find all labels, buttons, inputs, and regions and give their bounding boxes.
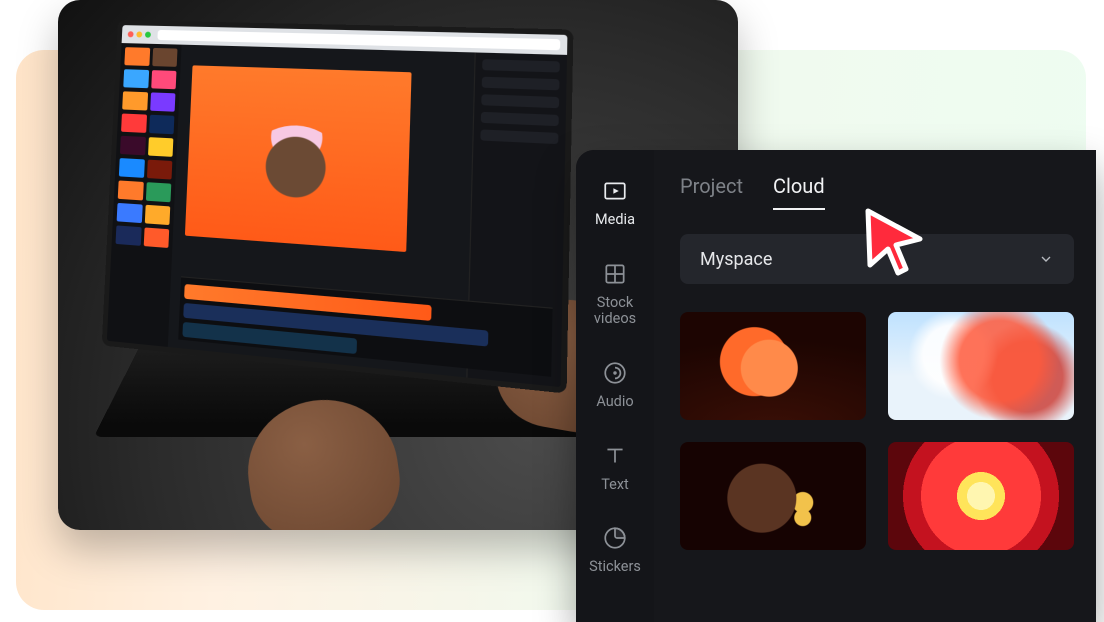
rail-label: Audio	[596, 394, 633, 411]
rail-item-text[interactable]: Text	[601, 443, 629, 494]
mini-editor	[107, 43, 567, 387]
rail-item-stickers[interactable]: Stickers	[589, 525, 641, 576]
rail-label: Stock videos	[594, 295, 636, 328]
text-icon	[602, 443, 628, 469]
media-thumb-rose[interactable]	[680, 312, 866, 420]
media-icon	[602, 178, 628, 204]
rail-label: Text	[601, 477, 629, 494]
rail-item-stock-videos[interactable]: Stock videos	[594, 261, 636, 328]
laptop-screen	[102, 20, 574, 394]
chevron-down-icon	[1038, 251, 1054, 267]
stickers-icon	[602, 525, 628, 551]
cloud-media-grid	[680, 312, 1074, 550]
rail-label: Media	[595, 212, 635, 229]
tab-cloud[interactable]: Cloud	[773, 174, 825, 210]
panel-main: Project Cloud Myspace	[654, 150, 1096, 622]
media-thumb-smoke[interactable]	[888, 312, 1074, 420]
space-dropdown[interactable]: Myspace	[680, 234, 1074, 284]
media-thumb-dahlia[interactable]	[888, 442, 1074, 550]
rail-label: Stickers	[589, 559, 641, 576]
media-thumb-woman[interactable]	[680, 442, 866, 550]
tab-project[interactable]: Project	[680, 174, 743, 210]
left-rail: Media Stock videos Audio Text	[576, 150, 654, 622]
stock-videos-icon	[602, 261, 628, 287]
editor-panel: Media Stock videos Audio Text	[576, 150, 1096, 622]
mini-preview-portrait	[185, 65, 412, 252]
audio-icon	[602, 360, 628, 386]
rail-item-audio[interactable]: Audio	[596, 360, 633, 411]
rail-item-media[interactable]: Media	[595, 178, 635, 229]
media-tabs: Project Cloud	[680, 174, 1074, 210]
space-selected-label: Myspace	[700, 249, 772, 270]
